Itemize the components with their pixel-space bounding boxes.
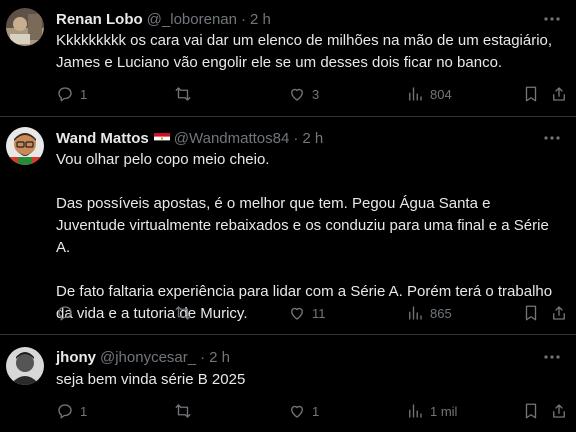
heart-icon: [291, 307, 303, 320]
display-name[interactable]: jhony: [56, 349, 96, 366]
tweet-text: seja bem vinda série B 2025: [56, 369, 562, 391]
avatar-image: [6, 8, 44, 46]
user-handle[interactable]: @_loborenan: [147, 11, 237, 28]
analytics-icon: [409, 404, 422, 418]
bookmark-icon: [525, 305, 537, 321]
like-button[interactable]: 1: [288, 401, 319, 421]
share-button[interactable]: [550, 401, 568, 421]
views-button[interactable]: 865: [406, 303, 452, 323]
reply-button[interactable]: [56, 303, 80, 323]
retweet-icon: [175, 404, 191, 418]
tweet[interactable]: jhony @jhonycesar_ · 2 h seja bem vinda …: [0, 335, 576, 432]
retweet-icon: [175, 306, 191, 320]
view-count: 1 mil: [430, 403, 458, 419]
avatar[interactable]: [6, 347, 44, 385]
reply-icon: [58, 87, 72, 102]
user-handle[interactable]: @jhonycesar_: [100, 349, 196, 366]
avatar-image: [6, 127, 44, 165]
like-count: 11: [312, 305, 326, 321]
bookmark-icon: [525, 86, 537, 102]
more-options-icon[interactable]: [542, 10, 562, 28]
reply-button[interactable]: 1: [56, 401, 87, 421]
view-count: 804: [430, 86, 452, 102]
action-bar: 1 1 1 mil: [56, 401, 565, 421]
retweet-button[interactable]: [174, 401, 198, 421]
more-options-icon[interactable]: [542, 348, 562, 366]
bookmark-button[interactable]: [522, 401, 540, 421]
analytics-icon: [409, 87, 422, 101]
separator-dot: ·: [200, 348, 206, 366]
more-options-icon[interactable]: [542, 129, 562, 147]
avatar[interactable]: [6, 127, 44, 165]
views-button[interactable]: 804: [406, 84, 452, 104]
tweet-text-content: Kkkkkkkkk os cara vai dar um elenco de m…: [56, 32, 557, 71]
action-bar: 11 865: [56, 303, 565, 323]
share-button[interactable]: [550, 303, 568, 323]
like-count: 1: [312, 403, 320, 419]
reply-button[interactable]: 1: [56, 84, 87, 104]
tweet[interactable]: Wand Mattos @Wandmattos84 · 2 h Vou olha…: [0, 117, 576, 335]
flag-icon: [153, 132, 170, 144]
like-button[interactable]: 11: [288, 303, 326, 323]
share-icon: [553, 404, 565, 418]
tweet[interactable]: Renan Lobo @_loborenan · 2 h Kkkkkkkkk o…: [0, 0, 576, 117]
user-handle[interactable]: @Wandmattos84: [174, 130, 290, 147]
retweet-button[interactable]: [174, 303, 198, 323]
timestamp[interactable]: 2 h: [302, 130, 323, 147]
display-name[interactable]: Wand Mattos: [56, 130, 149, 147]
tweet-text-content: Vou olhar pelo copo meio cheio. Das poss…: [56, 151, 553, 322]
share-button[interactable]: [550, 84, 568, 104]
like-button[interactable]: 3: [288, 84, 319, 104]
share-icon: [553, 306, 565, 320]
bookmark-button[interactable]: [522, 303, 540, 323]
like-count: 3: [312, 86, 320, 102]
separator-dot: ·: [293, 129, 299, 147]
display-name[interactable]: Renan Lobo: [56, 11, 143, 28]
reply-count: 1: [80, 403, 88, 419]
bookmark-icon: [525, 403, 537, 419]
avatar-image: [6, 347, 44, 385]
tweet-text-content: seja bem vinda série B 2025: [56, 371, 246, 388]
retweet-icon: [175, 87, 191, 101]
tweet-text: Kkkkkkkkk os cara vai dar um elenco de m…: [56, 30, 562, 74]
action-bar: 1 3 804: [56, 84, 565, 104]
timestamp[interactable]: 2 h: [250, 11, 271, 28]
separator-dot: ·: [240, 10, 246, 28]
heart-icon: [291, 405, 303, 418]
timestamp[interactable]: 2 h: [209, 349, 230, 366]
reply-icon: [58, 404, 72, 419]
views-button[interactable]: 1 mil: [406, 401, 457, 421]
avatar[interactable]: [6, 8, 44, 46]
share-icon: [553, 87, 565, 101]
analytics-icon: [409, 306, 422, 320]
retweet-button[interactable]: [174, 84, 198, 104]
reply-icon: [58, 306, 72, 321]
heart-icon: [291, 88, 303, 101]
reply-count: 1: [80, 86, 88, 102]
tweet-text: Vou olhar pelo copo meio cheio. Das poss…: [56, 149, 562, 325]
view-count: 865: [430, 305, 452, 321]
bookmark-button[interactable]: [522, 84, 540, 104]
